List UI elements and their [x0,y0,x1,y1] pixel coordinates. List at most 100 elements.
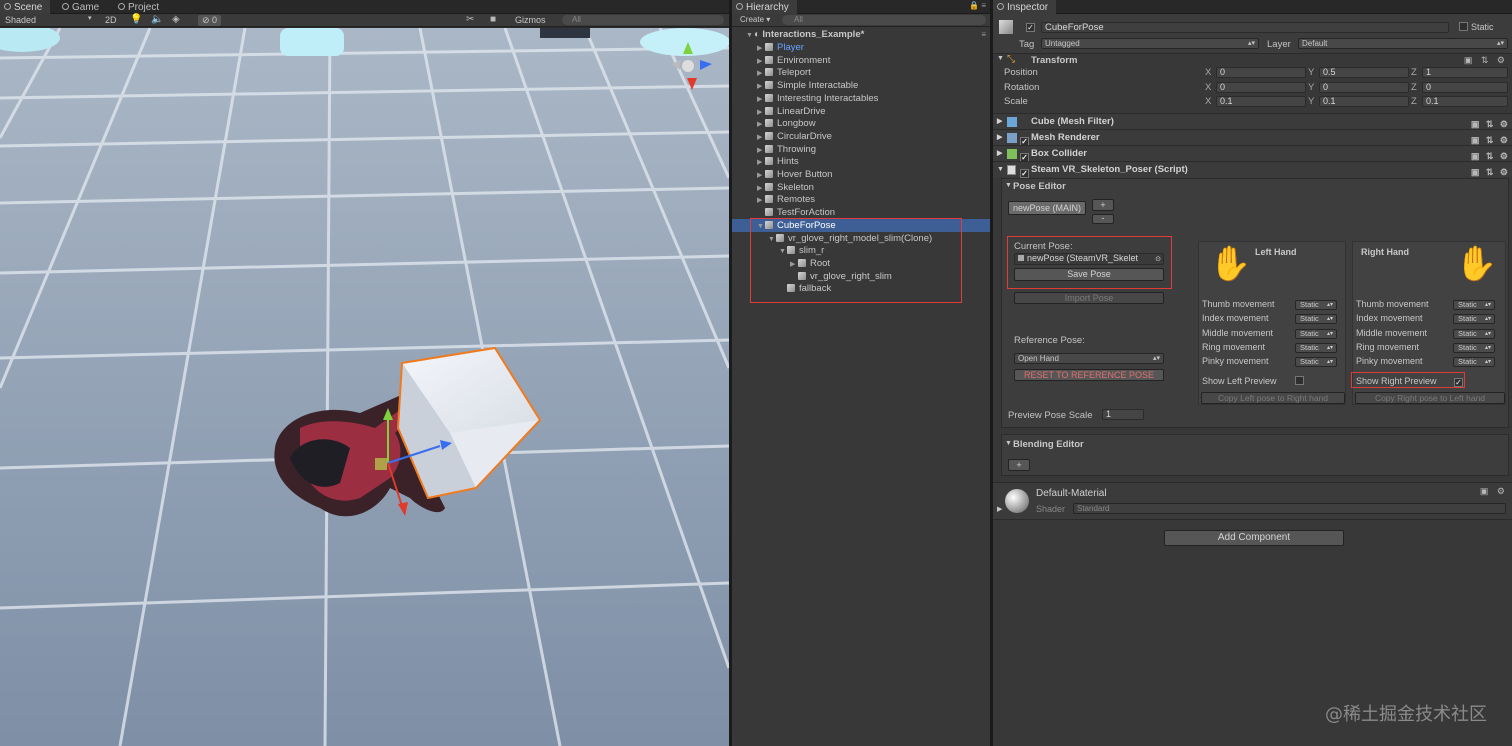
hierarchy-item[interactable]: ▶ Interesting Interactables [732,92,990,105]
lighting-icon[interactable]: 💡 [130,14,142,25]
transform-z-field[interactable]: 0 [1422,81,1508,93]
copy-left-button[interactable]: Copy Left pose to Right hand [1201,392,1345,404]
movement-dropdown[interactable]: Static ▴▾ [1453,342,1495,353]
hierarchy-item[interactable]: ▶ Longbow [732,117,990,130]
left-hand-icon: ✋ [1209,245,1252,283]
hierarchy-item[interactable]: ▶ Throwing [732,143,990,156]
transform-y-field[interactable]: 0 [1319,81,1409,93]
collapse-arrow-icon[interactable]: ▼ [1005,440,1012,447]
mesh-filter-component[interactable]: ▶ Cube (Mesh Filter) ▣ ⇅ ⚙ [993,113,1512,129]
pose-editor-section: ▼ Pose Editor newPose (MAIN) + - Current… [1001,178,1509,428]
shading-dropdown[interactable]: Shaded [5,15,36,25]
tools-icon[interactable]: ✂ [466,14,474,25]
scene-viewport[interactable] [0,28,729,746]
dropdown-arrow-icon: ▴▾ [1326,344,1333,351]
axis-z-label[interactable]: Z [1411,82,1417,93]
movement-dropdown[interactable]: Static ▴▾ [1453,328,1495,339]
axis-y-label[interactable]: Y [1308,82,1314,93]
transform-z-field[interactable]: 0.1 [1422,96,1508,107]
expand-arrow-icon[interactable]: ▶ [997,505,1002,513]
copy-right-button[interactable]: Copy Right pose to Left hand [1355,392,1505,404]
tab-project[interactable]: Project [114,0,167,14]
add-component-button[interactable]: Add Component [1164,530,1344,546]
add-blend-button[interactable]: + [1008,459,1030,471]
box-collider-component[interactable]: ▶ ✓ Box Collider ▣ ⇅ ⚙ [993,145,1512,162]
axis-x-label[interactable]: X [1205,96,1211,107]
scene-search[interactable]: All [562,15,724,25]
material-menu-icons[interactable]: ▣ ⚙ [1480,486,1508,497]
transform-y-field[interactable]: 0.1 [1319,96,1409,107]
hierarchy-search[interactable]: All [782,15,986,25]
panel-menu-icon[interactable]: 🔒 ≡ [969,1,986,10]
2d-toggle[interactable]: 2D [105,15,117,25]
axis-y-label[interactable]: Y [1308,96,1314,107]
preview-scale-field[interactable]: 1 [1102,409,1144,420]
gizmos-dropdown[interactable]: Gizmos [515,15,546,25]
tab-game[interactable]: Game [58,0,107,14]
layer-dropdown[interactable]: Default ▴▾ [1298,38,1508,49]
import-pose-button[interactable]: Import Pose [1014,292,1164,304]
hierarchy-item[interactable]: ▶ Player [732,41,990,54]
audio-icon[interactable]: 🔈 [151,14,163,25]
object-name-field[interactable]: CubeForPose [1041,22,1449,33]
collapse-arrow-icon[interactable]: ▼ [1005,182,1012,189]
hierarchy-item[interactable]: ▶ CircularDrive [732,130,990,143]
gameobject-icon [765,81,773,90]
remove-pose-button[interactable]: - [1092,214,1114,224]
active-checkbox[interactable]: ✓ [1026,21,1038,32]
material-section: ▶ Default-Material Shader Standard ▣ ⚙ [993,482,1512,520]
movement-dropdown[interactable]: Static ▴▾ [1295,357,1337,368]
transform-z-field[interactable]: 1 [1422,67,1508,78]
add-pose-button[interactable]: + [1092,199,1114,211]
movement-dropdown[interactable]: Static ▴▾ [1295,300,1337,310]
mesh-renderer-component[interactable]: ▶ ✓ Mesh Renderer ▣ ⇅ ⚙ [993,129,1512,146]
pose-main-button[interactable]: newPose (MAIN) [1008,201,1086,215]
hidden-objects-toggle[interactable]: ⊘ 0 [198,15,222,26]
transform-x-field[interactable]: 0 [1216,67,1306,78]
hierarchy-item[interactable]: ▶ Hover Button [732,168,990,181]
axis-z-label[interactable]: Z [1411,67,1417,78]
movement-dropdown[interactable]: Static ▴▾ [1295,342,1337,353]
reset-reference-button[interactable]: RESET TO REFERENCE POSE [1014,369,1164,381]
scene-root-row[interactable]: ▼◐ Interactions_Example* ≡ [732,28,990,41]
tab-inspector[interactable]: Inspector [993,0,1057,14]
hierarchy-item[interactable]: ▶ Simple Interactable [732,79,990,92]
hierarchy-item[interactable]: ▶ Hints [732,155,990,168]
hierarchy-item[interactable]: ▶ LinearDrive [732,105,990,118]
show-left-preview-checkbox[interactable] [1295,376,1307,387]
static-toggle[interactable]: Static [1459,22,1494,32]
scene-menu-icon[interactable]: ≡ [981,28,986,41]
tag-dropdown[interactable]: Untagged ▴▾ [1041,38,1259,49]
tab-scene[interactable]: Scene [0,0,51,14]
component-menu-icons[interactable]: ▣ ⇅ ⚙ [1464,55,1508,66]
create-dropdown[interactable]: Create ▾ [740,15,770,24]
shader-label: Shader [1036,504,1066,514]
camera-icon[interactable]: ■ [490,14,496,25]
movement-dropdown[interactable]: Static ▴▾ [1295,328,1337,339]
movement-dropdown[interactable]: Static ▴▾ [1453,314,1495,325]
reference-pose-dropdown[interactable]: Open Hand ▴▾ [1014,353,1164,364]
transform-y-field[interactable]: 0.5 [1319,67,1409,78]
skeleton-poser-component[interactable]: ▼ ✓ Steam VR_Skeleton_Poser (Script) ▣ ⇅… [993,161,1512,178]
shader-dropdown[interactable]: Standard [1073,503,1506,514]
axis-y-label[interactable]: Y [1308,67,1314,78]
axis-x-label[interactable]: X [1205,82,1211,93]
hierarchy-item[interactable]: ▶ Environment [732,54,990,67]
transform-x-field[interactable]: 0.1 [1216,96,1306,107]
pose-editor-title: Pose Editor [1013,181,1066,192]
hierarchy-item[interactable]: ▶ Skeleton [732,181,990,194]
movement-dropdown[interactable]: Static ▴▾ [1453,300,1495,310]
axis-x-label[interactable]: X [1205,67,1211,78]
collapse-arrow-icon[interactable]: ▼ [997,55,1004,62]
effects-icon[interactable]: ◈ [172,14,180,25]
hierarchy-item[interactable]: ▶ Teleport [732,66,990,79]
tab-hierarchy[interactable]: Hierarchy [732,0,797,14]
movement-dropdown[interactable]: Static ▴▾ [1295,314,1337,325]
hierarchy-item[interactable]: ▶ Remotes [732,193,990,206]
transform-x-field[interactable]: 0 [1216,81,1306,93]
movement-dropdown[interactable]: Static ▴▾ [1453,357,1495,368]
axis-z-label[interactable]: Z [1411,96,1417,107]
material-name: Default-Material [1036,488,1107,499]
material-preview-icon [1005,489,1029,513]
hierarchy-item-label: Simple Interactable [777,80,859,92]
